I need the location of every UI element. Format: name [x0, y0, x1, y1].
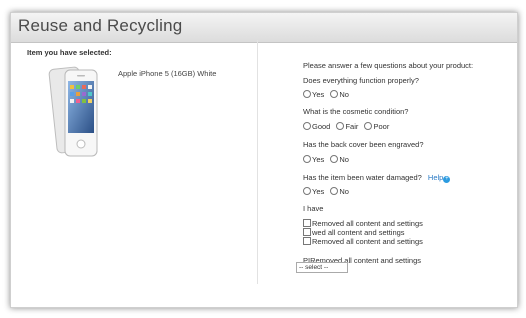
checkbox-item[interactable]: Removed all content and settings [303, 237, 423, 246]
help-link[interactable]: Help + [428, 173, 451, 183]
checkbox[interactable] [303, 237, 311, 245]
radio-button[interactable] [330, 90, 339, 98]
radio-button[interactable] [303, 90, 311, 98]
water-damage-text: Has the item been water damaged? [303, 173, 422, 182]
water-no-option[interactable]: No [330, 187, 349, 196]
radio-button[interactable] [303, 187, 311, 195]
water-damage-options: Yes No [303, 187, 353, 196]
selected-item-label: Item you have selected: [27, 48, 112, 57]
i-have-label: I have [303, 204, 324, 213]
checkbox[interactable] [303, 219, 311, 227]
checkbox-item[interactable]: wed all content and settings [303, 228, 405, 237]
question-engraved: Has the back cover been engraved? [303, 140, 424, 149]
cosmetic-fair-option[interactable]: Fair [336, 122, 358, 131]
engraved-no-option[interactable]: No [330, 155, 349, 164]
radio-button[interactable] [330, 187, 339, 195]
page-title: Reuse and Recycling [18, 16, 183, 35]
function-options: Yes No [303, 90, 353, 99]
cosmetic-options: Good Fair Poor [303, 122, 393, 131]
water-yes-option[interactable]: Yes [303, 187, 324, 196]
questions-intro: Please answer a few questions about your… [303, 61, 474, 70]
product-image [48, 66, 98, 157]
radio-button[interactable] [336, 122, 345, 130]
checkbox-item[interactable]: Removed all content and settings [303, 219, 423, 228]
condition-select[interactable]: -- select -- [296, 262, 348, 273]
radio-button[interactable] [364, 122, 373, 130]
radio-button[interactable] [303, 155, 311, 163]
engraved-options: Yes No [303, 155, 353, 164]
question-cosmetic: What is the cosmetic condition? [303, 107, 409, 116]
cosmetic-poor-option[interactable]: Poor [364, 122, 389, 131]
question-water-damage: Has the item been water damaged? Help + [303, 173, 451, 183]
function-yes-option[interactable]: Yes [303, 90, 324, 99]
page-header: Reuse and Recycling [11, 13, 517, 43]
checkbox[interactable] [303, 228, 311, 236]
radio-button[interactable] [303, 122, 311, 130]
engraved-yes-option[interactable]: Yes [303, 155, 324, 164]
radio-button[interactable] [330, 155, 339, 163]
cosmetic-good-option[interactable]: Good [303, 122, 330, 131]
plus-circle-icon[interactable]: + [443, 176, 451, 183]
product-name: Apple iPhone 5 (16GB) White [118, 69, 217, 78]
column-divider [257, 40, 258, 284]
question-function: Does everything function properly? [303, 76, 419, 85]
function-no-option[interactable]: No [330, 90, 349, 99]
